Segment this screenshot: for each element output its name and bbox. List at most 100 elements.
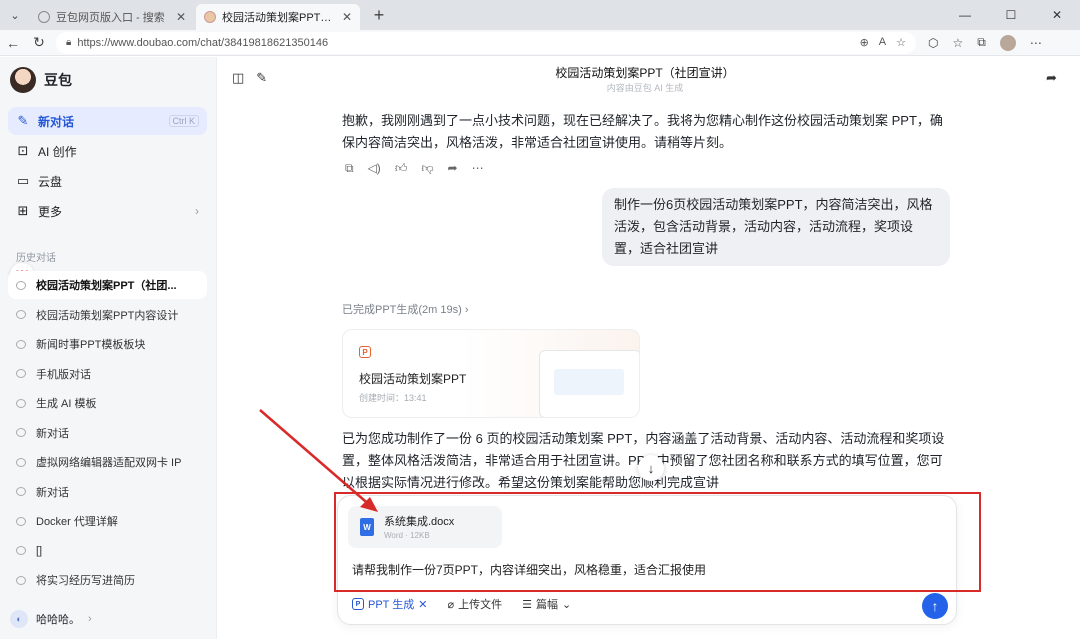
close-tab-icon[interactable]: ✕ (342, 10, 352, 24)
history-item-label: 新对话 (36, 486, 69, 499)
sidebar-menu: ✎ 新对话 Ctrl K ⊡ AI 创作 ▭ 云盘 ⊞ 更多 › (8, 107, 207, 227)
share-icon[interactable]: ➦ (448, 161, 458, 176)
history-item-label: 新闻时事PPT模板板块 (36, 339, 146, 351)
assistant-message: 抱歉，我刚刚遇到了一点小技术问题，现在已经解决了。我将为您精心制作这份校园活动策… (342, 113, 943, 150)
ppt-generate-tag[interactable]: P PPT 生成 ✕ (352, 596, 427, 612)
read-aloud-icon[interactable]: A (879, 36, 886, 49)
chat-bubble-icon (16, 310, 26, 319)
history-item[interactable]: Docker 代理详解 (8, 507, 207, 535)
ppt-icon: P (359, 346, 371, 358)
new-tab-button[interactable]: + (368, 5, 390, 26)
history-item-label: 将实习经历写进简历 (36, 575, 135, 587)
chevron-right-icon: › (88, 613, 92, 625)
favorite-star-icon[interactable]: ☆ (896, 36, 906, 49)
close-icon[interactable]: ✕ (418, 598, 427, 611)
chat-bubble-icon (16, 398, 26, 408)
sidebar-item-ai-create[interactable]: ⊡ AI 创作 (8, 137, 207, 165)
tab-title: 校园活动策划案PPT（社团宣讲） (222, 12, 336, 24)
chevron-right-icon: › (464, 304, 469, 316)
history-item[interactable]: 新对话 (8, 419, 207, 447)
close-window-button[interactable]: ✕ (1034, 0, 1080, 30)
upload-file-label: 上传文件 (458, 599, 503, 611)
length-dropdown[interactable]: ☰ 篇幅 ⌄ (522, 596, 571, 612)
history-item-label: 新对话 (36, 427, 69, 440)
chat-subtitle: 内容由豆包 AI 生成 (606, 83, 684, 93)
history-item[interactable]: 手机版对话 (8, 360, 207, 388)
history-item-label: 虚拟网络编辑器适配双网卡 IP (36, 457, 182, 469)
thumbs-up-icon[interactable]: 👍︎ (395, 161, 408, 176)
speaker-icon[interactable]: ◁) (368, 161, 381, 176)
ppt-status-label: 已完成PPT生成(2m 19s) (342, 304, 462, 316)
ppt-thumbnail-content (554, 369, 624, 395)
more-icon[interactable]: ⋯ (1030, 36, 1042, 50)
extensions-icon[interactable]: ⬡ (928, 36, 938, 50)
thumbs-down-icon[interactable]: 👎︎ (421, 161, 433, 176)
chat-bubble-icon (16, 428, 26, 437)
chat-bubble-icon (16, 516, 26, 526)
back-arrow-icon[interactable]: ← (0, 35, 26, 51)
minimize-button[interactable]: — (942, 0, 988, 30)
length-icon: ☰ (522, 598, 532, 611)
sidebar-item-label: 更多 (38, 204, 63, 219)
address-bar-row: ← ↻ 🔒︎ https://www.doubao.com/chat/38419… (0, 30, 1080, 56)
new-chat-icon[interactable]: ✎ (256, 70, 267, 86)
profile-avatar[interactable] (999, 34, 1016, 51)
chat-bubble-icon (16, 280, 26, 290)
history-item[interactable]: 校园活动策划案PPT内容设计 (8, 301, 207, 329)
history-item[interactable]: 新闻时事PPT模板板块 (8, 330, 207, 358)
sidebar-item-cloud-drive[interactable]: ▭ 云盘 (8, 167, 207, 195)
toggle-sidebar-icon[interactable]: ◫ (232, 70, 244, 86)
copy-icon[interactable]: ⧉ (345, 161, 354, 176)
zoom-icon[interactable]: ⊕ (860, 36, 869, 49)
browser-tab-bar: ⌄ 豆包网页版入口 - 搜索 ✕ 校园活动策划案PPT（社团宣讲） ✕ + — … (0, 0, 1080, 30)
ppt-card-title: 校园活动策划案PPT (359, 372, 467, 386)
sidebar: 豆包 ✎ 新对话 Ctrl K ⊡ AI 创作 ▭ 云盘 ⊞ 更多 › W 历史… (0, 57, 217, 639)
history-item-label: [] (36, 544, 43, 557)
more-icon[interactable]: ⋯ (472, 161, 484, 176)
chat-title: 校园活动策划案PPT（社团宣讲） (555, 66, 735, 80)
browser-tab[interactable]: 豆包网页版入口 - 搜索 ✕ (30, 4, 194, 30)
browser-tab-active[interactable]: 校园活动策划案PPT（社团宣讲） ✕ (196, 4, 360, 30)
history-title: 历史对话 (16, 253, 56, 264)
send-button[interactable]: ↑ (922, 593, 948, 619)
length-label: 篇幅 (535, 599, 558, 611)
ai-create-icon: ⊡ (17, 143, 29, 158)
history-item[interactable]: 校园活动策划案PPT（社团... (8, 271, 207, 299)
history-item[interactable]: 生成 AI 模板 (8, 389, 207, 417)
chat-bubble-icon (16, 339, 26, 349)
refresh-icon[interactable]: ↻ (26, 34, 52, 51)
history-list: 校园活动策划案PPT（社团... 校园活动策划案PPT内容设计 新闻时事PPT模… (8, 271, 207, 596)
history-item[interactable]: 新对话 (8, 478, 207, 506)
close-tab-icon[interactable]: ✕ (176, 10, 186, 24)
history-item-label: 校园活动策划案PPT内容设计 (36, 309, 179, 322)
url-text: https://www.doubao.com/chat/384198186213… (77, 36, 329, 49)
tab-actions-chevron-icon[interactable]: ⌄ (4, 4, 26, 26)
history-item-label: 手机版对话 (36, 368, 91, 381)
upload-file-button[interactable]: ⌀ 上传文件 (447, 596, 502, 612)
favorites-icon[interactable]: ☆ (952, 36, 963, 50)
maximize-button[interactable]: ☐ (988, 0, 1034, 30)
ppt-card[interactable]: P 校园活动策划案PPT 创建时间：13:41 (342, 329, 640, 418)
url-field[interactable]: 🔒︎ https://www.doubao.com/chat/384198186… (56, 31, 916, 54)
ppt-status[interactable]: 已完成PPT生成(2m 19s) › (342, 301, 469, 317)
scroll-down-button[interactable]: ↓ (638, 455, 664, 481)
brand[interactable]: 豆包 (10, 67, 72, 93)
sidebar-item-label: 新对话 (38, 114, 75, 129)
share-icon[interactable]: ➦ (1046, 70, 1057, 86)
user-name: 哈哈哈。 (36, 614, 80, 626)
history-item[interactable]: 虚拟网络编辑器适配双网卡 IP (8, 448, 207, 476)
history-item[interactable]: [] (8, 537, 207, 565)
doubao-favicon-icon (204, 11, 216, 23)
sidebar-tools: ◫ ✎ (232, 70, 267, 86)
annotation-highlight-box (334, 492, 981, 592)
new-chat-icon: ✎ (17, 113, 29, 128)
chevron-right-icon: › (195, 204, 199, 218)
sidebar-item-new-chat[interactable]: ✎ 新对话 Ctrl K (8, 107, 207, 135)
collections-icon[interactable]: ⧉ (977, 35, 986, 50)
user-profile[interactable]: ◐ 哈哈哈。 › (10, 610, 92, 628)
history-item[interactable]: 将实习经历写进简历 (8, 566, 207, 594)
chat-bubble-icon (16, 487, 26, 496)
grid-icon: ⊞ (17, 203, 29, 218)
sidebar-item-more[interactable]: ⊞ 更多 › (8, 197, 207, 225)
lock-icon[interactable]: 🔒︎ (66, 37, 71, 48)
